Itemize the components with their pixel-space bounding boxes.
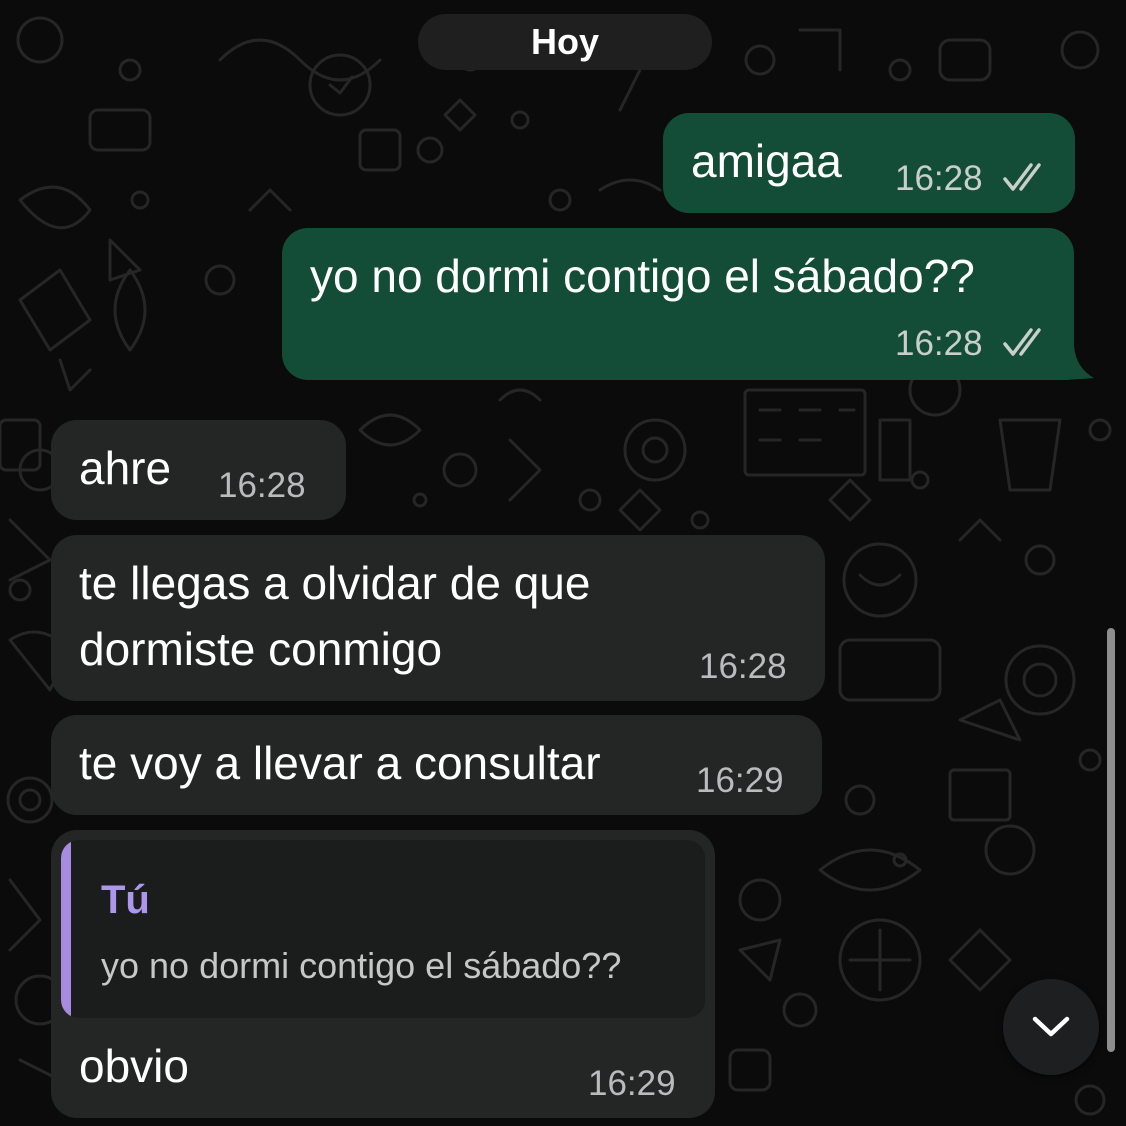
message-time: 16:28 bbox=[895, 324, 983, 363]
message-time: 16:28 bbox=[218, 466, 306, 505]
message-text-line: te llegas a olvidar de que bbox=[79, 557, 591, 609]
bubble-tail bbox=[1052, 346, 1094, 380]
message-text: yo no dormi contigo el sábado?? bbox=[310, 250, 975, 302]
message-text: obvio bbox=[79, 1040, 189, 1092]
message-bubble-incoming[interactable]: te llegas a olvidar de que dormiste conm… bbox=[51, 535, 825, 701]
message-text: amigaa bbox=[691, 135, 842, 187]
message-bubble-outgoing[interactable]: yo no dormi contigo el sábado?? 16:28 bbox=[282, 228, 1074, 380]
message-bubble-outgoing[interactable]: amigaa 16:28 bbox=[663, 113, 1075, 213]
scrollbar-thumb[interactable] bbox=[1107, 628, 1115, 1052]
message-text: ahre bbox=[79, 442, 172, 494]
message-time: 16:28 bbox=[699, 647, 787, 686]
message-bubble-incoming-reply[interactable]: Tú yo no dormi contigo el sábado?? obvio… bbox=[51, 830, 715, 1118]
scroll-to-bottom-button[interactable] bbox=[1003, 979, 1099, 1075]
quote-author: Tú bbox=[101, 878, 150, 922]
quoted-message[interactable]: Tú yo no dormi contigo el sábado?? bbox=[61, 840, 705, 1018]
date-separator: Hoy bbox=[418, 14, 712, 70]
message-time: 16:28 bbox=[895, 159, 983, 198]
double-check-icon bbox=[1003, 328, 1051, 358]
quote-text: yo no dormi contigo el sábado?? bbox=[101, 945, 622, 986]
message-time: 16:29 bbox=[696, 761, 784, 800]
message-text: te voy a llevar a consultar bbox=[79, 737, 601, 789]
quote-accent-bar bbox=[61, 840, 71, 1018]
message-time: 16:29 bbox=[588, 1064, 676, 1103]
message-text-line: dormiste conmigo bbox=[79, 623, 443, 675]
chevron-down-icon bbox=[1032, 1016, 1070, 1037]
message-bubble-incoming[interactable]: ahre 16:28 bbox=[51, 420, 346, 520]
double-check-icon bbox=[1003, 163, 1051, 193]
message-bubble-incoming[interactable]: te voy a llevar a consultar 16:29 bbox=[51, 715, 822, 815]
